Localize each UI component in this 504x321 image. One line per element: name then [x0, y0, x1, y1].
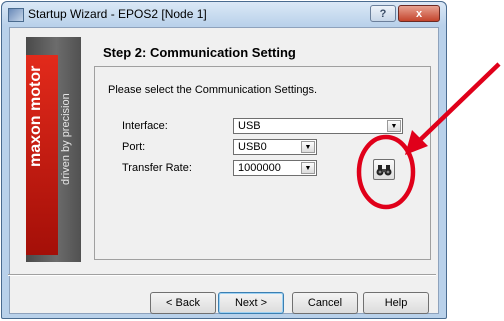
pointer-arrow-line [418, 62, 501, 142]
highlight-circle [356, 134, 416, 210]
annotation-overlay [356, 62, 501, 210]
